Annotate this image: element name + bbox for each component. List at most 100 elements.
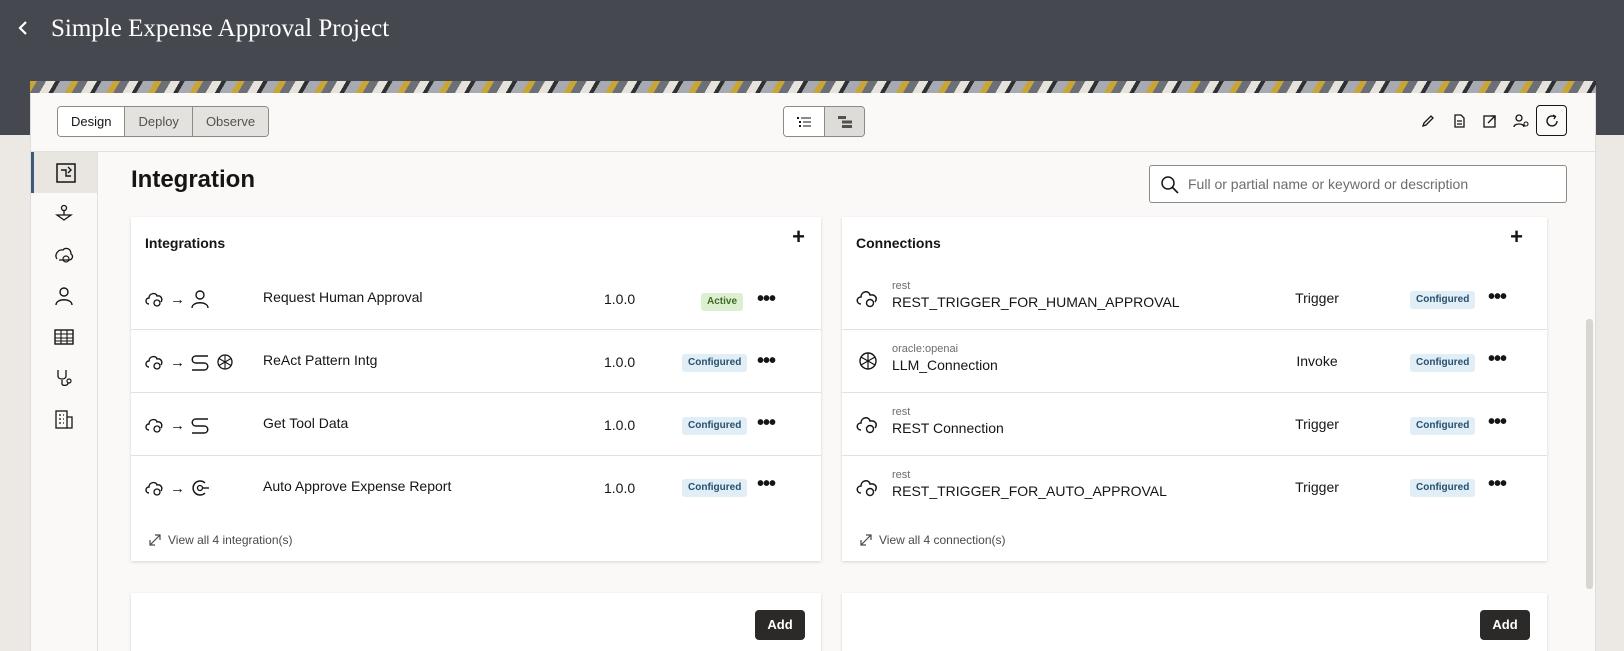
cloud-trigger-icon [145,415,165,435]
healthcare-nav-icon[interactable] [31,357,97,398]
loop-icon [190,352,210,372]
bottom-right-panel: Add [842,593,1547,651]
export-icon[interactable] [1474,105,1505,136]
bottom-left-panel: Add [131,593,821,651]
status-badge: Configured [1410,479,1476,497]
connection-role: Invoke [1296,353,1338,369]
edit-icon[interactable] [1412,105,1443,136]
tab-design[interactable]: Design [58,107,125,136]
connection-row[interactable]: rest REST Connection Trigger Configured … [842,394,1547,456]
connections-title: Connections [856,235,941,251]
more-actions-button[interactable]: ••• [1484,474,1510,497]
view-all-label: View all 4 integration(s) [168,533,293,547]
decision-nav-icon[interactable] [31,234,97,275]
connection-type: rest [892,406,911,418]
more-actions-button[interactable]: ••• [753,289,779,312]
decorative-banner [30,81,1596,93]
add-connection-button[interactable]: + [1510,226,1523,248]
connection-row[interactable]: oracle:openai LLM_Connection Invoke Conf… [842,331,1547,393]
integration-pattern: → [145,413,210,437]
project-title: Simple Expense Approval Project [51,15,390,42]
toolbar: Design Deploy Observe [31,93,1595,152]
search-icon [1160,175,1180,195]
flow-arrow: → [170,290,185,308]
view-toggle [783,106,865,137]
view-all-integrations-link[interactable]: View all 4 integration(s) [149,533,293,547]
status-badge: Configured [1410,354,1476,372]
list-view-icon[interactable] [784,107,824,136]
more-actions-button[interactable]: ••• [1484,412,1510,435]
search-box [1149,165,1567,203]
integration-name[interactable]: Request Human Approval [263,289,423,305]
status-badge: Active [701,293,744,311]
openai-icon [856,349,880,373]
cloud-trigger-icon [145,352,165,372]
status-badge: Configured [682,354,748,372]
loop-icon [190,415,210,435]
table-nav-icon[interactable] [31,316,97,357]
building-nav-icon[interactable] [31,398,97,439]
rest-cloud-icon [856,286,880,310]
process-nav-icon[interactable] [31,193,97,234]
connection-name[interactable]: REST_TRIGGER_FOR_HUMAN_APPROVAL [892,294,1180,310]
integrations-panel: Integrations + → Request Human Approval … [131,217,821,561]
view-all-connections-link[interactable]: View all 4 connection(s) [860,533,1006,547]
connection-row[interactable]: rest REST_TRIGGER_FOR_HUMAN_APPROVAL Tri… [842,268,1547,330]
integration-row[interactable]: → ReAct Pattern Intg 1.0.0 Configured ••… [131,331,821,393]
openai-icon [215,352,235,372]
cloud-trigger-icon [145,289,165,309]
integration-row[interactable]: → Request Human Approval 1.0.0 Active ••… [131,268,821,330]
connection-name[interactable]: REST_TRIGGER_FOR_AUTO_APPROVAL [892,483,1167,499]
status-badge: Configured [682,417,748,435]
integration-row[interactable]: → Get Tool Data 1.0.0 Configured ••• [131,394,821,456]
diagram-view-icon[interactable] [824,107,864,136]
flow-arrow: → [170,353,185,371]
integration-row[interactable]: → Auto Approve Expense Report 1.0.0 Conf… [131,457,821,519]
toolbar-actions [1412,105,1567,136]
more-actions-button[interactable]: ••• [1484,287,1510,310]
add-integration-button[interactable]: + [792,226,805,248]
connection-name[interactable]: LLM_Connection [892,357,998,373]
more-actions-button[interactable]: ••• [753,413,779,436]
refresh-icon[interactable] [1536,105,1567,136]
mode-tabs: Design Deploy Observe [57,106,270,137]
connection-role: Trigger [1295,479,1339,495]
search-input[interactable] [1188,166,1558,202]
connections-panel: Connections + rest REST_TRIGGER_FOR_HUMA… [842,217,1547,561]
more-actions-button[interactable]: ••• [753,474,779,497]
human-user-icon [190,289,210,309]
integration-name[interactable]: ReAct Pattern Intg [263,352,377,368]
integration-version: 1.0.0 [604,291,636,307]
connection-name[interactable]: REST Connection [892,420,1004,436]
connection-row[interactable]: rest REST_TRIGGER_FOR_AUTO_APPROVAL Trig… [842,457,1547,519]
integration-pattern: → [145,287,210,311]
integration-version: 1.0.0 [604,417,636,433]
back-chevron-icon[interactable] [12,14,34,42]
view-all-label: View all 4 connection(s) [879,533,1006,547]
status-badge: Configured [1410,417,1476,435]
add-button[interactable]: Add [755,610,805,640]
connection-type: rest [892,280,911,292]
user-nav-icon[interactable] [31,275,97,316]
expand-icon [149,534,161,546]
tab-deploy[interactable]: Deploy [124,107,192,136]
connection-role: Trigger [1295,416,1339,432]
connections-scrollbar[interactable] [1586,319,1593,589]
page-title: Integration [131,166,255,193]
add-button[interactable]: Add [1480,610,1530,640]
integration-name[interactable]: Get Tool Data [263,415,348,431]
integration-nav-icon[interactable] [31,152,97,193]
project-card: Design Deploy Observe Integration Full o… [30,93,1596,651]
status-badge: Configured [1410,291,1476,309]
share-user-icon[interactable] [1505,105,1536,136]
connection-type: rest [892,469,911,481]
integration-pattern: → [145,350,235,374]
integration-name[interactable]: Auto Approve Expense Report [263,478,451,494]
document-icon[interactable] [1443,105,1474,136]
status-badge: Configured [682,479,748,497]
tab-observe[interactable]: Observe [191,107,269,136]
integrations-title: Integrations [145,235,226,251]
more-actions-button[interactable]: ••• [753,351,779,374]
left-navigation [31,152,98,651]
more-actions-button[interactable]: ••• [1484,349,1510,372]
